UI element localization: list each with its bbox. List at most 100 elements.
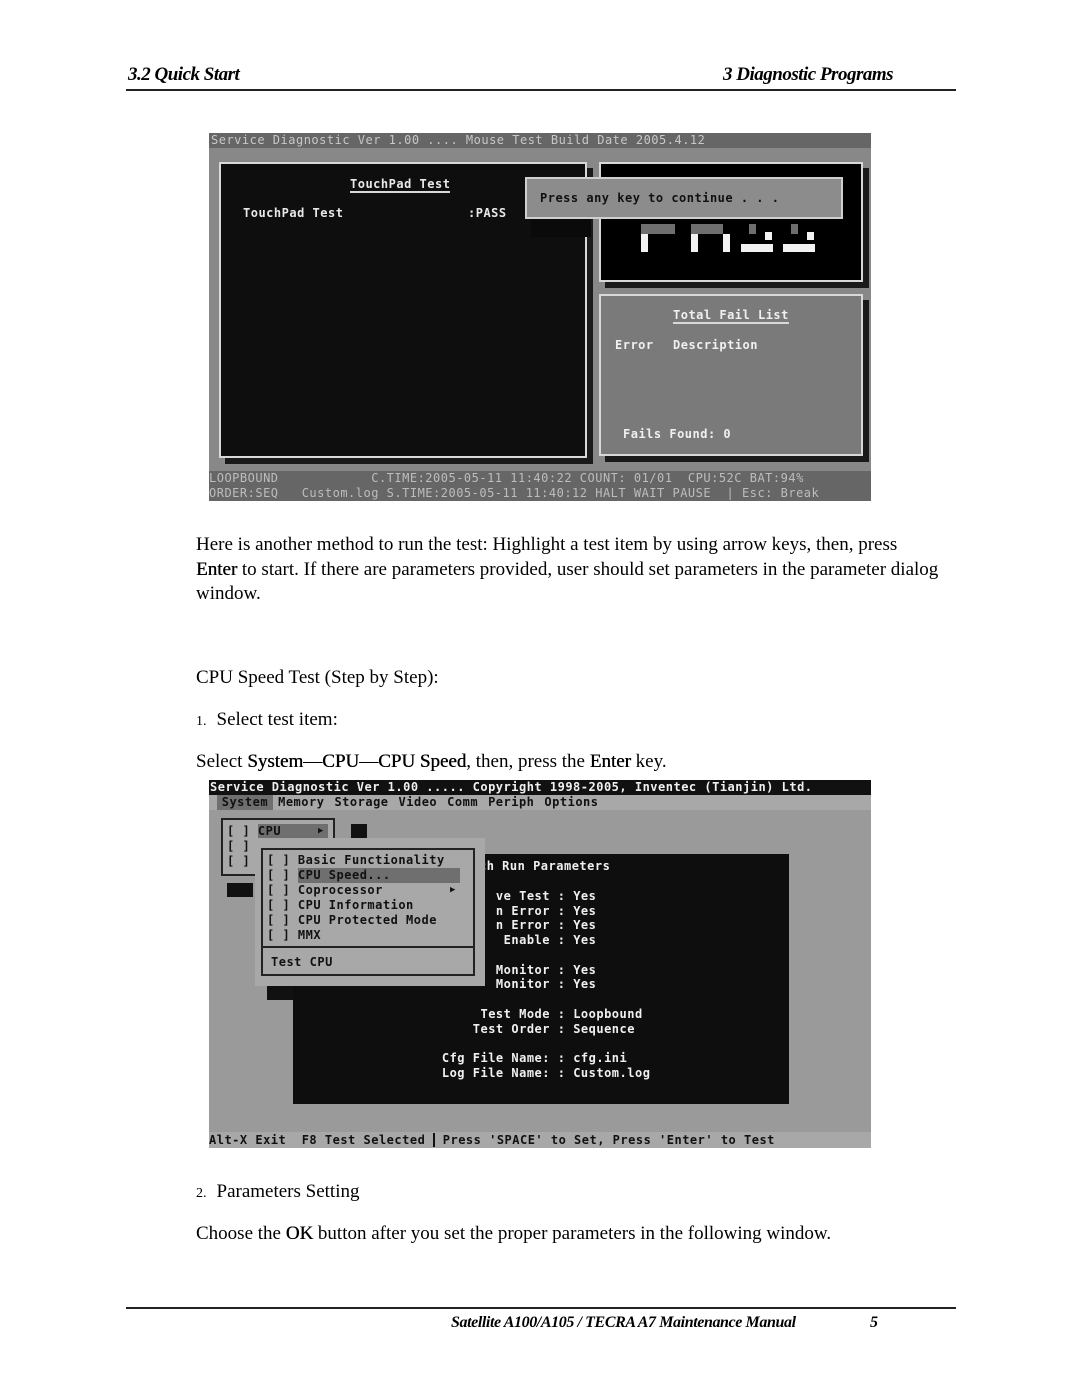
step-1: 1. Select test item:: [196, 708, 338, 735]
step-2-text: Parameters Setting: [216, 1181, 360, 1202]
separator: :: [550, 889, 574, 903]
checkbox[interactable]: [ ]: [267, 913, 298, 927]
checkbox[interactable]: [ ]: [227, 839, 258, 853]
checkbox[interactable]: [ ]: [267, 928, 298, 942]
params-list: ve Test : Yes n Error : Yes n Error : Yes E…: [483, 889, 596, 992]
checkbox[interactable]: [ ]: [267, 868, 298, 882]
parameter-value[interactable]: Yes: [573, 963, 596, 977]
shadow-block: [351, 824, 367, 838]
menu-item-label: CPU Speed...: [297, 868, 460, 883]
checkbox[interactable]: [ ]: [227, 854, 258, 868]
menu-divider: [263, 946, 473, 948]
parameter-row[interactable]: Monitor : Yes: [483, 963, 596, 978]
ok-instruction: Choose the OK button after you set the p…: [196, 1222, 831, 1247]
label-text: MMX: [297, 928, 322, 942]
parameter-label: Log File Name:: [441, 1065, 550, 1080]
parameter-row[interactable]: Test Order : Sequence: [423, 1022, 650, 1037]
screen1-title: Service Diagnostic Ver 1.00 .... Mouse T…: [209, 133, 871, 148]
ok-key: OK: [285, 1223, 314, 1244]
menu-item[interactable]: [ ] CPU Protected Mode: [267, 913, 460, 928]
checkbox[interactable]: [ ]: [267, 853, 298, 867]
header-rule: [126, 89, 956, 91]
menu-bar: System Memory Storage Video Comm Periph Option…: [209, 795, 871, 810]
parameter-row[interactable]: Test Mode : Loopbound: [423, 1007, 650, 1022]
parameter-value[interactable]: Yes: [573, 904, 596, 918]
parameter-value[interactable]: cfg.ini: [573, 1051, 627, 1065]
separator: :: [550, 1021, 574, 1036]
parameter-label: ve Test: [495, 889, 550, 903]
checkbox[interactable]: [ ]: [227, 824, 258, 838]
select-post: key.: [630, 751, 667, 772]
step-2: 2. Parameters Setting: [196, 1180, 360, 1207]
label-text: CPU Protected Mode: [297, 913, 437, 927]
parameter-value[interactable]: Yes: [573, 918, 596, 932]
menu-system[interactable]: System: [216, 795, 274, 810]
label-text: CPU Speed...: [297, 868, 391, 882]
parameter-label: Monitor: [495, 977, 550, 992]
col-description: Description: [673, 338, 758, 352]
parameter-row[interactable]: Enable : Yes: [483, 933, 596, 948]
parameter-value[interactable]: Yes: [573, 977, 596, 991]
parameter-label: Monitor: [495, 962, 550, 977]
footer-rule: [126, 1307, 956, 1309]
menu-item[interactable]: [ ] CPU ▶: [227, 824, 328, 839]
parameter-row[interactable]: n Error : Yes: [483, 918, 596, 933]
parameter-value[interactable]: Custom.log: [573, 1066, 650, 1080]
page-number: 5: [870, 1314, 878, 1331]
cpu-menu-frame: [ ] Basic Functionality[ ] CPU Speed...[…: [261, 848, 475, 976]
menu-item-label: Coprocessor ▶: [298, 883, 460, 898]
label-text: CPU Information: [297, 898, 414, 912]
menu-memory[interactable]: Memory: [273, 795, 329, 810]
parameter-row[interactable]: Monitor : Yes: [483, 977, 596, 992]
separator: :: [550, 933, 574, 948]
press-any-key-dialog[interactable]: Press any key to continue . . .: [525, 177, 843, 219]
header-section: 3.2 Quick Start: [128, 64, 240, 85]
test-cpu-button[interactable]: Test CPU: [271, 955, 333, 970]
select-mid: , then, press the: [466, 751, 590, 772]
enter-key: Enter: [196, 558, 238, 580]
parameter-row[interactable]: n Error : Yes: [483, 904, 596, 919]
parameter-value[interactable]: Yes: [573, 933, 596, 947]
parameter-label: Test Order: [472, 1021, 550, 1036]
cpu-menu-screenshot: Service Diagnostic Ver 1.00 ..... Copyri…: [209, 780, 871, 1148]
menu-options[interactable]: Options: [539, 795, 603, 810]
menu-storage[interactable]: Storage: [329, 795, 393, 810]
parameter-label: Enable: [503, 933, 550, 948]
parameter-label: n Error: [495, 918, 550, 933]
parameter-value[interactable]: Yes: [573, 889, 596, 903]
parameter-row[interactable]: Cfg File Name: : cfg.ini: [423, 1051, 650, 1066]
status-line-1: LOOPBOUND C.TIME:2005-05-11 11:40:22 COU…: [209, 471, 871, 486]
menu-periph[interactable]: Periph: [483, 795, 539, 810]
menu-item[interactable]: [ ] Coprocessor ▶: [267, 883, 460, 898]
checkbox[interactable]: [ ]: [267, 883, 298, 897]
screen2-title: Service Diagnostic Ver 1.00 ..... Copyri…: [209, 780, 871, 795]
menu-item[interactable]: [ ] CPU Information: [267, 898, 460, 913]
menu-comm[interactable]: Comm: [442, 795, 483, 810]
separator: :: [550, 1051, 574, 1066]
parameter-row[interactable]: Log File Name: : Custom.log: [423, 1066, 650, 1081]
shadow-block: [227, 883, 253, 897]
menu-item[interactable]: [ ] CPU Speed...: [267, 868, 460, 883]
params-title: ch Run Parameters: [479, 859, 611, 873]
big-pass-glyphs: [641, 224, 821, 254]
fails-found: Fails Found: 0: [623, 427, 732, 441]
checkbox[interactable]: [ ]: [267, 898, 298, 912]
menu-path: System—CPU—CPU Speed: [247, 751, 467, 772]
shadow-block: [267, 986, 293, 1000]
parameter-value[interactable]: Sequence: [573, 1022, 635, 1036]
parameter-value[interactable]: Loopbound: [573, 1007, 643, 1021]
menu-item[interactable]: [ ] MMX: [267, 928, 460, 943]
header-chapter: 3 Diagnostic Programs: [723, 64, 894, 85]
menu-video[interactable]: Video: [394, 795, 443, 810]
menu-item-label: CPU Information: [298, 898, 460, 913]
para2-post: button after you set the proper paramete…: [313, 1223, 832, 1244]
step-1-text: Select test item:: [216, 709, 338, 730]
parameter-row[interactable]: ve Test : Yes: [483, 889, 596, 904]
status-right: Press 'SPACE' to Set, Press 'Enter' to T…: [435, 1133, 775, 1147]
menu-item[interactable]: [ ] Basic Functionality: [267, 853, 460, 868]
cpu-menu-box: [ ] Basic Functionality[ ] CPU Speed...[…: [255, 838, 485, 986]
step-2-number: 2.: [196, 1186, 207, 1201]
parameter-label: n Error: [495, 903, 550, 918]
dialog-text: Press any key to continue . . .: [540, 191, 780, 205]
separator: :: [550, 977, 574, 992]
